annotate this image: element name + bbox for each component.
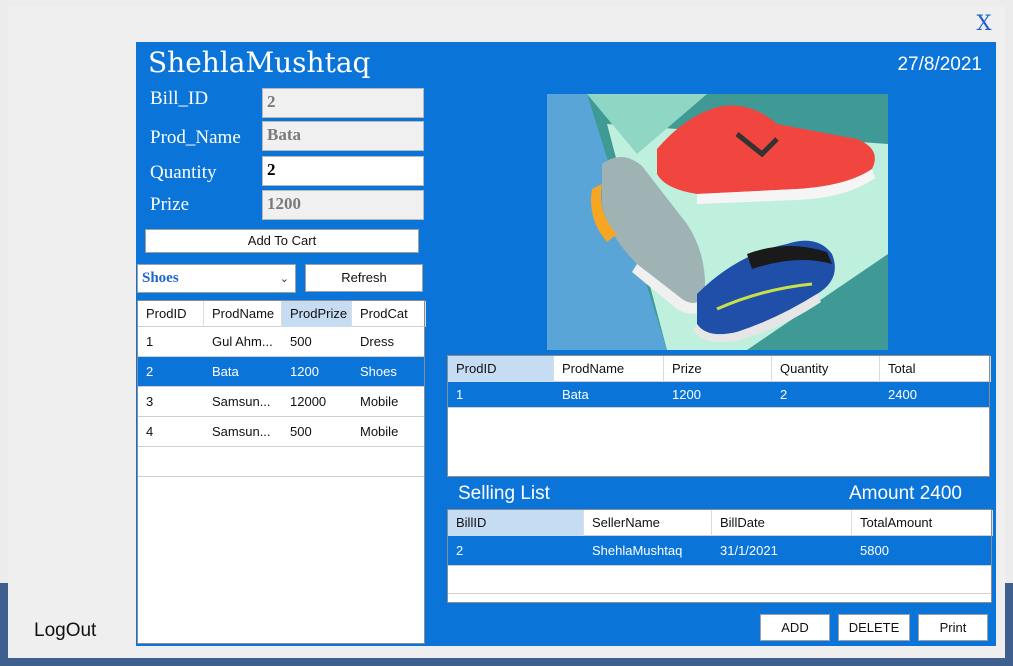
quantity-label: Quantity [150, 162, 217, 183]
products-col-prodname[interactable]: ProdName [204, 301, 282, 327]
category-select[interactable]: Shoes ⌄ [137, 264, 296, 293]
bills-col-billdate[interactable]: BillDate [712, 510, 852, 536]
table-row[interactable]: 3 Samsun... 12000 Mobile [138, 387, 424, 417]
add-to-cart-button[interactable]: Add To Cart [145, 229, 419, 253]
cell-prodid: 4 [146, 424, 154, 439]
cell-prodname: Bata [562, 387, 589, 402]
products-grid-header: ProdID ProdName ProdPrize ProdCat [138, 301, 426, 327]
products-grid[interactable]: ProdID ProdName ProdPrize ProdCat 1 Gul … [137, 300, 426, 644]
cell-prodid: 1 [456, 387, 464, 402]
table-row-empty [138, 447, 424, 477]
close-button[interactable]: X [973, 10, 995, 36]
bills-grid-header: BillID SellerName BillDate TotalAmount [448, 510, 993, 536]
prize-field[interactable]: 1200 [262, 190, 424, 220]
cell-quantity: 2 [780, 387, 788, 402]
cell-prodname: Samsun... [212, 424, 271, 439]
cart-col-total[interactable]: Total [880, 356, 991, 382]
cart-col-quantity[interactable]: Quantity [772, 356, 880, 382]
bill-id-label: Bill_ID [150, 88, 209, 109]
bills-grid[interactable]: BillID SellerName BillDate TotalAmount 2… [447, 509, 993, 603]
cart-col-prize[interactable]: Prize [664, 356, 772, 382]
table-row-selected[interactable]: 2 Bata 1200 Shoes [138, 357, 424, 387]
amount-total: Amount 2400 [848, 483, 962, 504]
table-row[interactable]: 4 Samsun... 500 Mobile [138, 417, 424, 447]
prod-name-label: Prod_Name [150, 127, 241, 148]
product-image [547, 94, 888, 350]
cell-prodcat: Mobile [360, 394, 399, 409]
current-date: 27/8/2021 [897, 54, 982, 75]
cell-total: 2400 [888, 387, 917, 402]
cell-prodprize: 12000 [290, 394, 327, 409]
category-select-value: Shoes [142, 270, 179, 286]
table-row-selected[interactable]: 1 Bata 1200 2 2400 [448, 382, 989, 408]
table-row[interactable]: 1 Gul Ahm... 500 Dress [138, 327, 424, 357]
cell-prize: 1200 [672, 387, 701, 402]
cell-prodname: Bata [212, 364, 239, 379]
cell-prodid: 2 [146, 364, 154, 379]
prod-name-field[interactable]: Bata [262, 121, 424, 151]
bills-col-totalamount[interactable]: TotalAmount [852, 510, 993, 536]
main-panel: ShehlaMushtaq 27/8/2021 Bill_ID 2 Prod_N… [136, 42, 996, 646]
cell-totalamount: 5800 [860, 543, 889, 558]
products-col-prodprize[interactable]: ProdPrize [282, 301, 352, 327]
sneakers-product-photo-icon [547, 94, 888, 350]
table-row-empty [448, 566, 991, 594]
refresh-button[interactable]: Refresh [305, 264, 423, 292]
bills-col-sellername[interactable]: SellerName [584, 510, 712, 536]
print-button[interactable]: Print [918, 614, 988, 641]
cell-prodid: 3 [146, 394, 154, 409]
cell-prodprize: 500 [290, 334, 312, 349]
quantity-field[interactable]: 2 [262, 156, 424, 186]
cell-prodcat: Dress [360, 334, 394, 349]
table-row-selected[interactable]: 2 ShehlaMushtaq 31/1/2021 5800 [448, 536, 991, 566]
bills-col-billid[interactable]: BillID [448, 510, 584, 536]
seller-name: ShehlaMushtaq [148, 46, 371, 79]
delete-button[interactable]: DELETE [838, 614, 910, 641]
cell-billid: 2 [456, 543, 464, 558]
selling-list-title: Selling List [458, 483, 550, 504]
cart-grid-header: ProdID ProdName Prize Quantity Total [448, 356, 991, 382]
cart-col-prodid[interactable]: ProdID [448, 356, 554, 382]
cell-sellername: ShehlaMushtaq [592, 543, 683, 558]
cell-prodprize: 500 [290, 424, 312, 439]
cell-prodprize: 1200 [290, 364, 319, 379]
chevron-down-icon: ⌄ [279, 273, 289, 285]
cell-prodname: Gul Ahm... [212, 334, 273, 349]
bill-id-field[interactable]: 2 [262, 88, 424, 118]
cell-prodcat: Shoes [360, 364, 397, 379]
cell-billdate: 31/1/2021 [720, 543, 778, 558]
add-button[interactable]: ADD [760, 614, 830, 641]
products-col-prodid[interactable]: ProdID [138, 301, 204, 327]
logout-link[interactable]: LogOut [34, 620, 96, 642]
products-col-prodcat[interactable]: ProdCat [352, 301, 426, 327]
cart-col-prodname[interactable]: ProdName [554, 356, 664, 382]
cell-prodname: Samsun... [212, 394, 271, 409]
cell-prodid: 1 [146, 334, 154, 349]
cart-grid[interactable]: ProdID ProdName Prize Quantity Total 1 B… [447, 355, 991, 477]
prize-label: Prize [150, 194, 190, 215]
cell-prodcat: Mobile [360, 424, 399, 439]
